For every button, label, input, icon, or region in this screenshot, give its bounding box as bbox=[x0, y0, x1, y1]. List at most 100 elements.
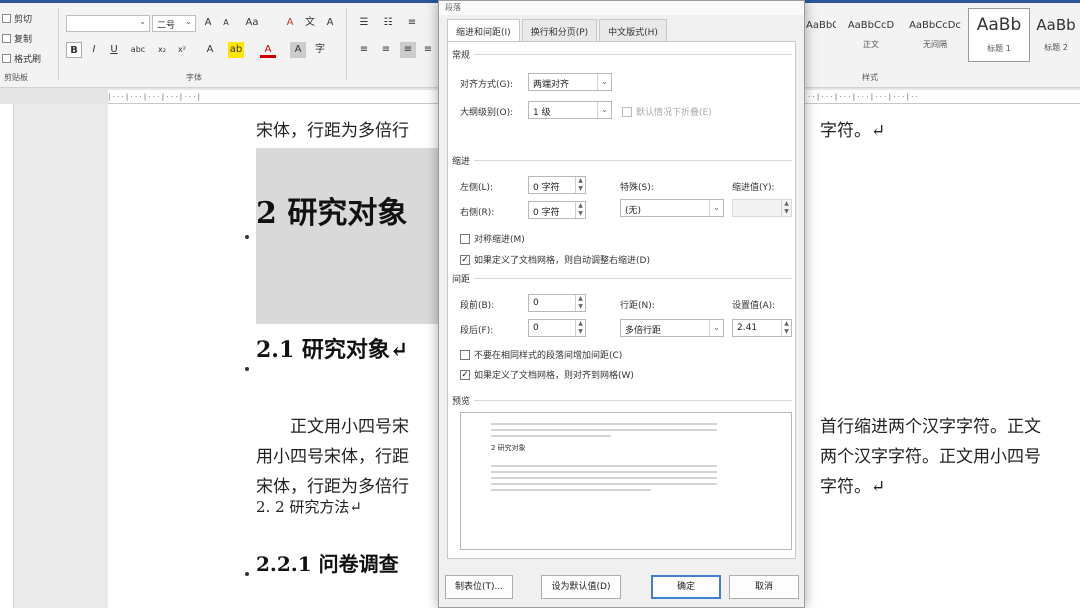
font-size-combo[interactable]: 二号 ⌄ bbox=[152, 15, 196, 32]
paragraph-mark bbox=[245, 367, 249, 371]
ruler-ticks: | · · · | · · · | · · · | · · · | · · · … bbox=[108, 93, 201, 101]
indent-by-label: 缩进值(Y): bbox=[732, 183, 775, 193]
tab-line-page-breaks[interactable]: 换行和分页(P) bbox=[521, 19, 598, 41]
space-before-spinner[interactable]: 0 ▲ ▼ bbox=[528, 294, 586, 312]
styles-group-label: 样式 bbox=[862, 73, 878, 82]
indent-by-spinner[interactable]: ▲ ▼ bbox=[732, 199, 792, 217]
font-name-combo[interactable]: ⌄ bbox=[66, 15, 150, 32]
dialog-title: 段落 bbox=[445, 3, 461, 12]
set-default-button[interactable]: 设为默认值(D) bbox=[541, 575, 621, 599]
char-border-icon[interactable]: A bbox=[322, 15, 338, 31]
style-tile-heading-2[interactable]: AaBb 标题 2 bbox=[1032, 8, 1080, 62]
section-title-preview: 预览 bbox=[452, 397, 471, 407]
alignment-value: 两端对齐 bbox=[533, 80, 570, 90]
cancel-button[interactable]: 取消 bbox=[729, 575, 799, 599]
navigation-pane bbox=[14, 104, 108, 608]
indent-right-spinner[interactable]: 0 字符 ▲ ▼ bbox=[528, 201, 586, 219]
spinner-arrows-icon: ▲ ▼ bbox=[575, 295, 585, 311]
dialog-titlebar[interactable]: 段落 bbox=[439, 1, 804, 15]
subscript-icon[interactable]: x₂ bbox=[154, 42, 170, 58]
cut-label: 剪切 bbox=[14, 15, 33, 25]
chevron-down-icon: ⌄ bbox=[709, 320, 723, 336]
snap-to-grid-checkbox[interactable]: ✓ 如果定义了文档网格，则对齐到网格(W) bbox=[460, 368, 634, 381]
checkbox-box bbox=[622, 106, 632, 117]
checkbox-box bbox=[460, 233, 470, 244]
superscript-icon[interactable]: x² bbox=[174, 42, 190, 58]
ok-button[interactable]: 确定 bbox=[651, 575, 721, 599]
style-tile-normal[interactable]: AaBbCcD 正文 bbox=[840, 8, 902, 62]
numbering-icon[interactable]: ☷ bbox=[380, 15, 396, 31]
outline-level-select[interactable]: 1 级 ⌄ bbox=[528, 101, 612, 119]
spinner-arrows-icon: ▲ ▼ bbox=[575, 177, 585, 193]
body-text-line: 用小四号宋体，行距 bbox=[256, 447, 409, 467]
auto-adjust-indent-checkbox[interactable]: ✓ 如果定义了文档网格，则自动调整右缩进(D) bbox=[460, 253, 650, 266]
font-color-icon[interactable]: A bbox=[260, 42, 276, 58]
italic-icon[interactable]: I bbox=[86, 42, 102, 58]
multilevel-list-icon[interactable]: ≡ bbox=[404, 15, 420, 31]
space-before-label: 段前(B): bbox=[460, 301, 495, 311]
format-painter-label: 格式刷 bbox=[14, 55, 42, 65]
strikethrough-icon[interactable]: abc bbox=[130, 42, 146, 58]
cut-button[interactable]: 剪切 bbox=[2, 12, 32, 25]
preview-line bbox=[491, 423, 717, 425]
mirror-indents-checkbox[interactable]: 对称缩进(M) bbox=[460, 232, 525, 245]
format-painter-button[interactable]: 格式刷 bbox=[2, 52, 41, 65]
indent-left-label: 左侧(L): bbox=[460, 183, 494, 193]
indent-right-value: 0 字符 bbox=[533, 208, 560, 218]
underline-icon[interactable]: U bbox=[106, 42, 122, 58]
section-divider bbox=[474, 400, 792, 401]
tab-asian-typography[interactable]: 中文版式(H) bbox=[599, 19, 667, 41]
copy-button[interactable]: 复制 bbox=[2, 32, 32, 45]
collapsed-by-default-checkbox[interactable]: 默认情况下折叠(E) bbox=[622, 105, 712, 118]
align-justify-icon[interactable]: ≡ bbox=[400, 42, 416, 58]
indent-left-spinner[interactable]: 0 字符 ▲ ▼ bbox=[528, 176, 586, 194]
no-space-same-style-checkbox[interactable]: 不要在相同样式的段落间增加间距(C) bbox=[460, 348, 622, 361]
section-divider bbox=[474, 54, 792, 55]
text-effects-icon[interactable]: A bbox=[202, 42, 218, 58]
align-left-icon[interactable]: ≡ bbox=[356, 42, 372, 58]
alignment-select[interactable]: 两端对齐 ⌄ bbox=[528, 73, 612, 91]
checkbox-checked-icon: ✓ bbox=[460, 254, 470, 265]
tab-indents-spacing[interactable]: 缩进和间距(I) bbox=[447, 19, 520, 42]
dialog-body: 常规 对齐方式(G): 两端对齐 ⌄ 大纲级别(O): 1 级 ⌄ 默认情况下折… bbox=[447, 41, 796, 559]
space-after-spinner[interactable]: 0 ▲ ▼ bbox=[528, 319, 586, 337]
bold-icon[interactable]: B bbox=[66, 42, 82, 58]
bullets-icon[interactable]: ☰ bbox=[356, 15, 372, 31]
heading-1: 2 研究对象 bbox=[256, 196, 408, 231]
body-text-line: 正文用小四号宋 bbox=[290, 417, 409, 437]
clear-format-icon[interactable]: A bbox=[282, 15, 298, 31]
group-divider bbox=[346, 8, 347, 80]
preview-sample-text: 2 研究对象 bbox=[491, 444, 526, 452]
special-indent-select[interactable]: (无) ⌄ bbox=[620, 199, 724, 217]
align-right-icon[interactable]: ≡ bbox=[420, 42, 436, 58]
vertical-ruler[interactable] bbox=[0, 104, 14, 608]
enclose-char-icon[interactable]: 字 bbox=[312, 42, 328, 58]
dialog-tabs: 缩进和间距(I) 换行和分页(P) 中文版式(H) bbox=[447, 19, 669, 42]
section-divider bbox=[474, 160, 792, 161]
phonetic-guide-icon[interactable]: 文 bbox=[302, 15, 318, 31]
checkbox-checked-icon: ✓ bbox=[460, 369, 470, 380]
shrink-font-icon[interactable]: A bbox=[218, 15, 234, 31]
style-tile-heading-1[interactable]: AaBb 标题 1 bbox=[968, 8, 1030, 62]
line-spacing-select[interactable]: 多倍行距 ⌄ bbox=[620, 319, 724, 337]
tabs-button[interactable]: 制表位(T)... bbox=[445, 575, 513, 599]
align-center-icon[interactable]: ≡ bbox=[378, 42, 394, 58]
style-tile[interactable]: AaBbCcD bbox=[806, 8, 836, 62]
spinner-arrows-icon: ▲ ▼ bbox=[575, 320, 585, 336]
line-spacing-at-spinner[interactable]: 2.41 ▲ ▼ bbox=[732, 319, 792, 337]
indent-left-value: 0 字符 bbox=[533, 183, 560, 193]
preview-line bbox=[491, 429, 717, 431]
alignment-label: 对齐方式(G): bbox=[460, 80, 514, 90]
preview-line bbox=[491, 465, 717, 467]
copy-label: 复制 bbox=[14, 35, 33, 45]
highlight-icon[interactable]: ab bbox=[228, 42, 244, 58]
style-name: 标题 1 bbox=[987, 44, 1011, 53]
checkbox-box bbox=[460, 349, 470, 360]
preview-line bbox=[491, 477, 717, 479]
char-shading-icon[interactable]: A bbox=[290, 42, 306, 58]
style-sample: AaBbCcD bbox=[847, 20, 895, 31]
grow-font-icon[interactable]: A bbox=[200, 15, 216, 31]
change-case-icon[interactable]: Aa bbox=[244, 15, 260, 31]
body-text-line: 宋体，行距为多倍行 bbox=[256, 121, 409, 141]
style-tile-no-spacing[interactable]: AaBbCcDc 无间隔 bbox=[904, 8, 966, 62]
